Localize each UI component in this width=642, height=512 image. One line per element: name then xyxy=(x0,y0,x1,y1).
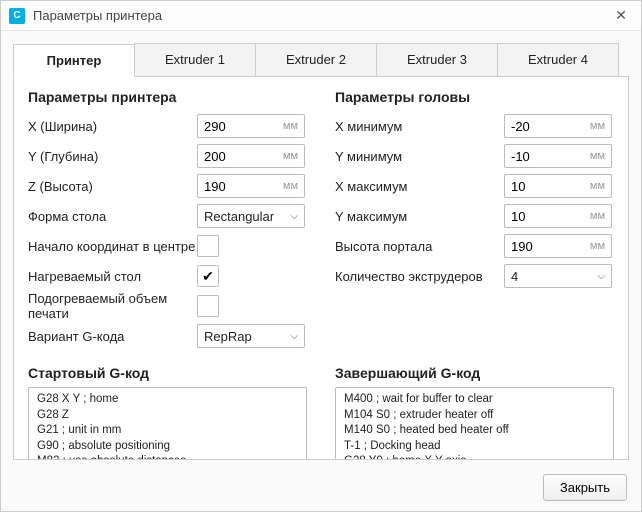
head-params-title: Параметры головы xyxy=(335,89,614,105)
dialog-footer: Закрыть xyxy=(1,468,641,511)
y-depth-input[interactable]: мм xyxy=(197,144,305,168)
chevron-down-icon: ⌵ xyxy=(290,211,298,222)
tab-extruder-2[interactable]: Extruder 2 xyxy=(255,43,377,76)
tab-printer[interactable]: Принтер xyxy=(13,44,135,77)
y-min-input[interactable]: мм xyxy=(504,144,612,168)
z-height-label: Z (Высота) xyxy=(28,179,197,194)
close-icon[interactable]: ✕ xyxy=(609,7,633,24)
titlebar: C Параметры принтера ✕ xyxy=(1,1,641,31)
origin-center-checkbox[interactable] xyxy=(197,235,219,257)
end-gcode-title: Завершающий G-код xyxy=(335,365,614,381)
printer-params-title: Параметры принтера xyxy=(28,89,307,105)
chevron-down-icon: ⌵ xyxy=(290,331,298,342)
heated-volume-label: Подогреваемый объем печати xyxy=(28,291,197,321)
chevron-down-icon: ⌵ xyxy=(597,271,605,282)
heated-bed-checkbox[interactable] xyxy=(197,265,219,287)
head-params-section: Параметры головы X минимум мм Y минимум … xyxy=(335,89,614,351)
printer-params-section: Параметры принтера X (Ширина) мм Y (Глуб… xyxy=(28,89,307,351)
tab-extruder-1[interactable]: Extruder 1 xyxy=(134,43,256,76)
x-min-input[interactable]: мм xyxy=(504,114,612,138)
x-max-input[interactable]: мм xyxy=(504,174,612,198)
gcode-flavor-select[interactable]: RepRap ⌵ xyxy=(197,324,305,348)
app-icon: C xyxy=(9,8,25,24)
x-width-label: X (Ширина) xyxy=(28,119,197,134)
dialog-window: C Параметры принтера ✕ Принтер Extruder … xyxy=(0,0,642,512)
tab-content: Параметры принтера X (Ширина) мм Y (Глуб… xyxy=(13,77,629,460)
origin-center-label: Начало координат в центре xyxy=(28,239,197,254)
x-min-label: X минимум xyxy=(335,119,504,134)
y-max-label: Y максимум xyxy=(335,209,504,224)
bed-shape-label: Форма стола xyxy=(28,209,197,224)
heated-bed-label: Нагреваемый стол xyxy=(28,269,197,284)
close-button[interactable]: Закрыть xyxy=(543,474,627,501)
gantry-height-label: Высота портала xyxy=(335,239,504,254)
y-max-input[interactable]: мм xyxy=(504,204,612,228)
window-title: Параметры принтера xyxy=(33,8,609,23)
z-height-input[interactable]: мм xyxy=(197,174,305,198)
x-max-label: X максимум xyxy=(335,179,504,194)
gcode-flavor-label: Вариант G-кода xyxy=(28,329,197,344)
tab-bar: Принтер Extruder 1 Extruder 2 Extruder 3… xyxy=(13,43,629,77)
y-min-label: Y минимум xyxy=(335,149,504,164)
start-gcode-title: Стартовый G-код xyxy=(28,365,307,381)
tab-extruder-4[interactable]: Extruder 4 xyxy=(497,43,619,76)
extruder-count-label: Количество экструдеров xyxy=(335,269,504,284)
gantry-height-input[interactable]: мм xyxy=(504,234,612,258)
heated-volume-checkbox[interactable] xyxy=(197,295,219,317)
start-gcode-textarea[interactable]: G28 X Y ; home G28 Z G21 ; unit in mm G9… xyxy=(28,387,307,460)
x-width-input[interactable]: мм xyxy=(197,114,305,138)
tab-extruder-3[interactable]: Extruder 3 xyxy=(376,43,498,76)
bed-shape-select[interactable]: Rectangular ⌵ xyxy=(197,204,305,228)
end-gcode-textarea[interactable]: M400 ; wait for buffer to clear M104 S0 … xyxy=(335,387,614,460)
y-depth-label: Y (Глубина) xyxy=(28,149,197,164)
extruder-count-select[interactable]: 4 ⌵ xyxy=(504,264,612,288)
